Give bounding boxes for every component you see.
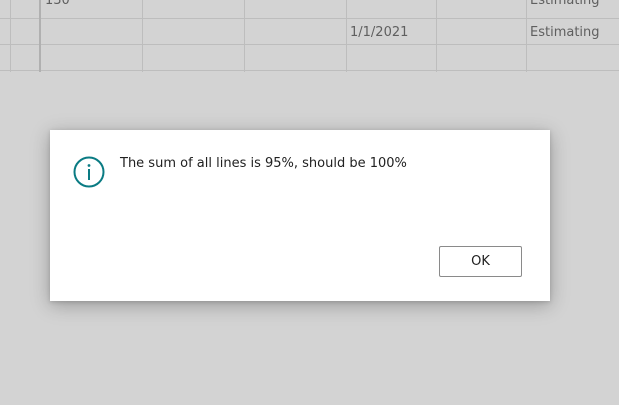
status-cell: Estimating xyxy=(530,25,600,40)
column-divider xyxy=(526,0,527,72)
column-divider xyxy=(10,0,11,72)
column-divider xyxy=(244,0,245,72)
background-grid: 130 Estimating 1/1/2021 Estimating xyxy=(0,0,619,72)
date-cell: 1/1/2021 xyxy=(350,25,409,40)
column-divider xyxy=(142,0,143,72)
column-divider xyxy=(436,0,437,72)
info-icon xyxy=(73,156,105,188)
dialog-message: The sum of all lines is 95%, should be 1… xyxy=(120,156,407,171)
column-divider xyxy=(346,0,347,72)
status-cell: Estimating xyxy=(530,0,600,8)
column-divider xyxy=(39,0,41,72)
message-dialog: The sum of all lines is 95%, should be 1… xyxy=(50,130,550,301)
ok-button[interactable]: OK xyxy=(439,246,522,277)
row-number-cell: 130 xyxy=(45,0,70,8)
